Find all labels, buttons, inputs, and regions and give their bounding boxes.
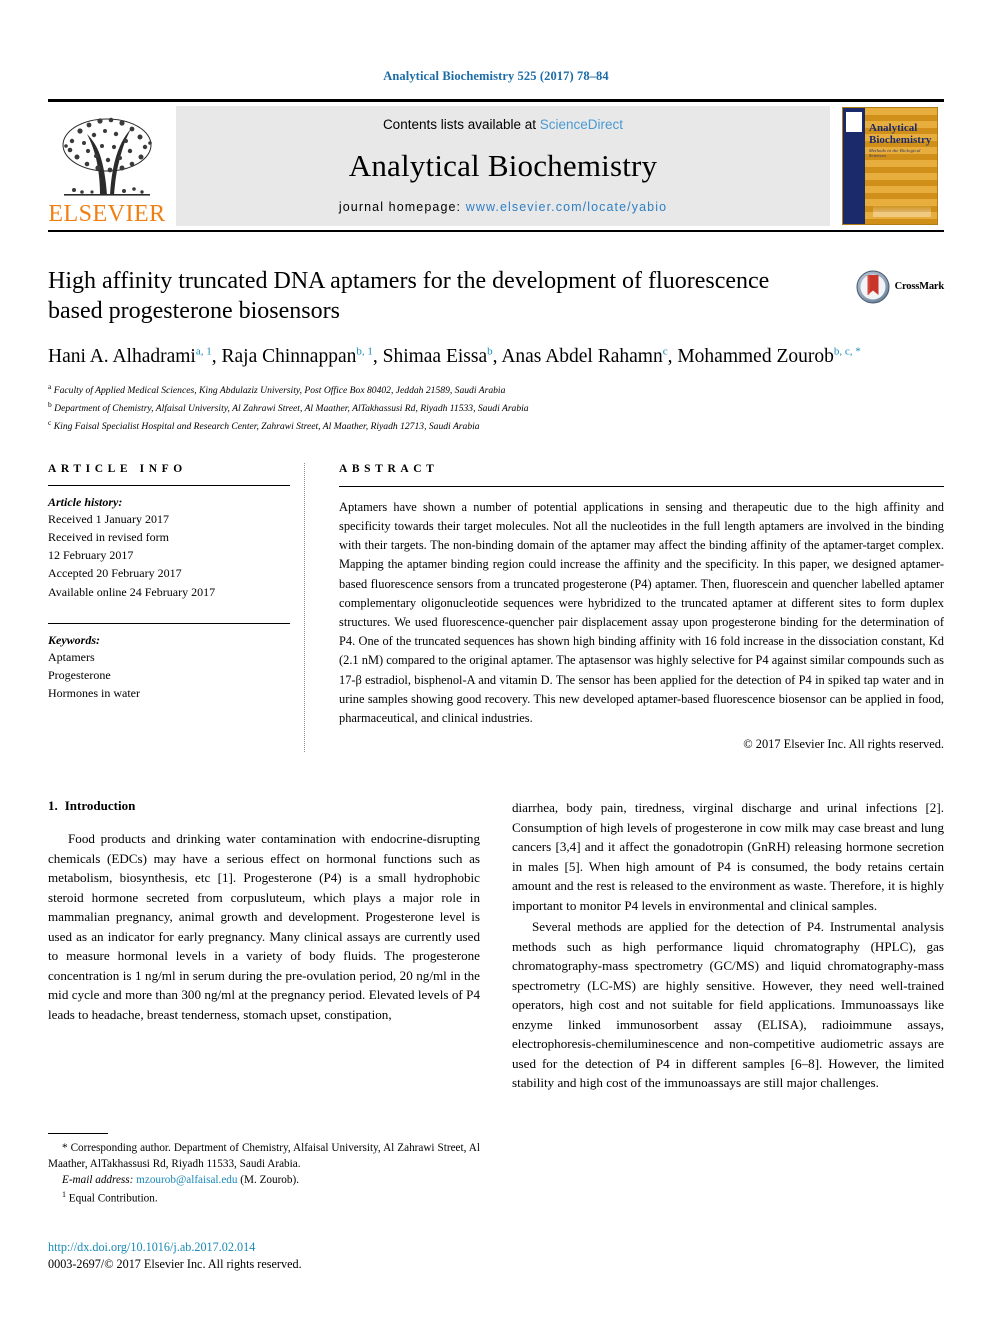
- cover-subtitle: Methods in the Biological Sciences: [869, 148, 921, 159]
- body-columns: 1. Introduction Food products and drinkin…: [48, 798, 944, 1095]
- crossmark-label: CrossMark: [894, 281, 945, 292]
- affiliation-mark: a: [48, 381, 52, 391]
- crossmark-badge[interactable]: CrossMark: [856, 270, 944, 304]
- article-history-item: Received in revised form: [48, 529, 169, 544]
- affiliation-mark: b: [48, 399, 52, 409]
- article-history-item: Accepted 20 February 2017: [48, 566, 182, 581]
- article-history-item: Available online 24 February 2017: [48, 584, 216, 599]
- homepage-url-link[interactable]: www.elsevier.com/locate/yabio: [466, 200, 667, 214]
- homepage-label: journal homepage:: [338, 199, 466, 214]
- affiliation-text: King Faisal Specialist Hospital and Rese…: [53, 420, 480, 432]
- keywords-block: Keywords: Aptamers Progesterone Hormones…: [48, 622, 290, 703]
- author-name: Anas Abdel Rahamn: [501, 345, 663, 367]
- affiliation-text: Faculty of Applied Medical Sciences, Kin…: [53, 384, 506, 396]
- abstract-column: ABSTRACT Aptamers have shown a number of…: [339, 463, 944, 753]
- crossmark-icon: [856, 270, 890, 303]
- author-separator: ,: [211, 345, 222, 367]
- intro-paragraph-left: Food products and drinking water contami…: [48, 831, 480, 1022]
- page-title: High affinity truncated DNA aptamers for…: [48, 267, 770, 325]
- doi-link[interactable]: http://dx.doi.org/10.1016/j.ab.2017.02.0…: [48, 1239, 508, 1256]
- cover-title: Analytical Biochemistry Methods in the B…: [869, 122, 933, 159]
- author-affil-marks: b, c, *: [833, 345, 861, 358]
- keyword-item: Hormones in water: [48, 686, 140, 701]
- journal-masthead: ELSEVIER Contents lists available at Sci…: [48, 98, 944, 232]
- author-affil-marks: a, 1: [195, 345, 212, 358]
- author-separator: ,: [667, 345, 678, 367]
- author-name: Shimaa Eissa: [382, 345, 488, 367]
- issn-copyright: 0003-2697/© 2017 Elsevier Inc. All right…: [48, 1257, 302, 1272]
- affiliation-item: c King Faisal Specialist Hospital and Re…: [48, 417, 944, 435]
- keywords-rule: [48, 622, 290, 624]
- author-separator: ,: [492, 345, 502, 367]
- elsevier-tree-icon: [62, 117, 152, 196]
- equal-contribution-mark: 1: [62, 1189, 66, 1199]
- cover-footer-band: [873, 204, 931, 217]
- affiliation-mark: c: [48, 417, 52, 427]
- article-history-label: Article history:: [48, 494, 123, 509]
- article-history-item: Received 1 January 2017: [48, 511, 169, 526]
- abstract-copyright: © 2017 Elsevier Inc. All rights reserved…: [743, 737, 944, 752]
- email-address-label: E-mail address:: [62, 1174, 134, 1187]
- abstract-text: Aptamers have shown a number of potentia…: [339, 499, 944, 726]
- intro-paragraph-right-2: Several methods are applied for the dete…: [512, 919, 944, 1091]
- keywords-label: Keywords:: [48, 632, 100, 647]
- email-owner: (M. Zourob).: [240, 1174, 300, 1187]
- equal-contribution-note: 1 Equal Contribution.: [48, 1189, 480, 1207]
- journal-homepage-line: journal homepage: www.elsevier.com/locat…: [339, 200, 667, 214]
- title-block: High affinity truncated DNA aptamers for…: [48, 266, 944, 327]
- doi-block: http://dx.doi.org/10.1016/j.ab.2017.02.0…: [48, 1239, 508, 1274]
- abstract-heading: ABSTRACT: [339, 462, 439, 475]
- equal-contribution-text: Equal Contribution.: [68, 1192, 158, 1205]
- article-page: Analytical Biochemistry 525 (2017) 78–84: [0, 0, 992, 1323]
- contents-prefix-text: Contents lists available at: [382, 116, 540, 132]
- keyword-item: Aptamers: [48, 649, 95, 664]
- affiliation-text: Department of Chemistry, Alfaisal Univer…: [54, 402, 529, 414]
- article-info-heading: ARTICLE INFO: [48, 462, 187, 475]
- author-name: Raja Chinnappan: [221, 345, 357, 367]
- contents-list-line: Contents lists available at ScienceDirec…: [383, 117, 623, 132]
- masthead-center-band: Contents lists available at ScienceDirec…: [176, 105, 830, 226]
- author-name: Mohammed Zourob: [677, 345, 834, 367]
- section-number: 1.: [48, 798, 58, 814]
- author-separator: ,: [372, 345, 383, 367]
- elsevier-wordmark: ELSEVIER: [48, 200, 166, 227]
- cover-title-line2: Biochemistry: [869, 133, 932, 146]
- author-list: Hani A. Alhadramia, 1, Raja Chinnappanb,…: [48, 343, 888, 371]
- affiliation-item: a Faculty of Applied Medical Sciences, K…: [48, 381, 944, 399]
- journal-cover-thumbnail: Analytical Biochemistry Methods in the B…: [836, 102, 944, 230]
- body-column-right: diarrhea, body pain, tiredness, virginal…: [512, 798, 944, 1095]
- footnote-rule: [48, 1133, 108, 1134]
- article-info-rule: [48, 484, 290, 486]
- cover-title-line1: Analytical: [869, 121, 918, 134]
- article-info-column: ARTICLE INFO Article history: Received 1…: [48, 462, 305, 753]
- corresponding-author-note: * Corresponding author. Department of Ch…: [48, 1142, 480, 1171]
- author-affil-marks: b, 1: [356, 345, 373, 358]
- email-link[interactable]: mzourob@alfaisal.edu: [136, 1174, 237, 1186]
- author-name: Hani A. Alhadrami: [48, 345, 196, 367]
- keyword-item: Progesterone: [48, 668, 111, 683]
- email-note: E-mail address: mzourob@alfaisal.edu (M.…: [48, 1172, 480, 1188]
- cover-elsevier-mark-icon: [846, 111, 862, 132]
- abstract-rule: [339, 485, 944, 487]
- journal-title: Analytical Biochemistry: [348, 147, 658, 183]
- section-title-text: Introduction: [64, 798, 136, 814]
- running-head: Analytical Biochemistry 525 (2017) 78–84: [383, 69, 609, 83]
- affiliation-item: b Department of Chemistry, Alfaisal Univ…: [48, 399, 944, 417]
- body-column-left: 1. Introduction Food products and drinkin…: [48, 798, 480, 1095]
- intro-paragraph-right-1: diarrhea, body pain, tiredness, virginal…: [512, 800, 944, 913]
- affiliation-list: a Faculty of Applied Medical Sciences, K…: [48, 381, 944, 435]
- footnote-block: * Corresponding author. Department of Ch…: [48, 1133, 480, 1207]
- sciencedirect-link[interactable]: ScienceDirect: [540, 117, 623, 132]
- info-abstract-region: ARTICLE INFO Article history: Received 1…: [48, 462, 944, 753]
- cover-art: Analytical Biochemistry Methods in the B…: [842, 106, 938, 225]
- section-heading-introduction: 1. Introduction: [48, 798, 480, 814]
- article-history-item: 12 February 2017: [48, 548, 134, 563]
- elsevier-logo: ELSEVIER: [48, 101, 166, 230]
